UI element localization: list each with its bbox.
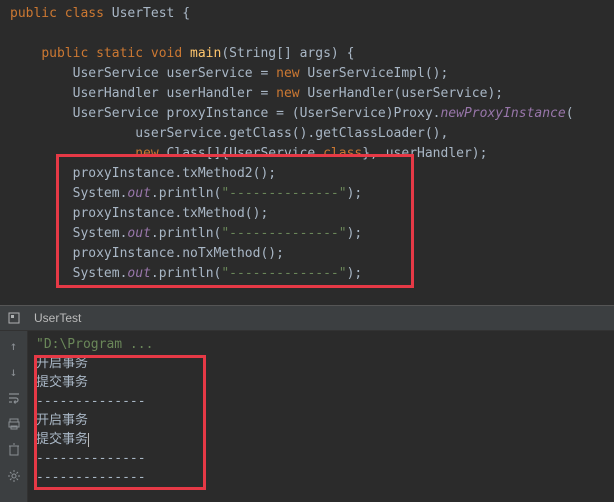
code-line: UserService proxyInstance = (UserService… [0, 104, 614, 124]
code-text: ( [566, 106, 574, 121]
code-editor[interactable]: public class UserTest { public static vo… [0, 0, 614, 305]
code-line: proxyInstance.txMethod(); [0, 204, 614, 224]
console-toolbar: ↑ ↓ [0, 331, 28, 502]
code-text: .println( [151, 266, 221, 281]
console-output[interactable]: "D:\Program ... 开启事务 提交事务 --------------… [28, 331, 614, 502]
console-line: 开启事务 [36, 354, 606, 373]
console-line: 提交事务 [36, 430, 606, 449]
code-line: public class UserTest { [0, 4, 614, 24]
wrap-text-icon[interactable] [5, 389, 23, 407]
code-line: UserHandler userHandler = new UserHandle… [0, 84, 614, 104]
text-cursor [88, 433, 89, 447]
run-tab-label[interactable]: UserTest [28, 311, 87, 325]
clear-icon[interactable] [5, 441, 23, 459]
static-method: newProxyInstance [440, 106, 565, 121]
code-text: UserHandler(userService); [300, 86, 504, 101]
code-text: ); [347, 266, 363, 281]
settings-icon[interactable] [5, 467, 23, 485]
code-text: .println( [151, 226, 221, 241]
code-text: userService.getClass().getClassLoader(), [135, 126, 448, 141]
code-text: UserServiceImpl(); [300, 66, 449, 81]
keyword: new [135, 146, 158, 161]
run-tab-icon[interactable] [4, 308, 24, 328]
console-line: -------------- [36, 468, 606, 487]
code-text: ); [347, 186, 363, 201]
keyword: public static void [41, 46, 182, 61]
string: "--------------" [221, 186, 346, 201]
code-line: UserService userService = new UserServic… [0, 64, 614, 84]
code-text: UserService proxyInstance = (UserService… [73, 106, 441, 121]
code-text: }, userHandler); [362, 146, 487, 161]
up-arrow-icon[interactable]: ↑ [5, 337, 23, 355]
print-icon[interactable] [5, 415, 23, 433]
down-arrow-icon[interactable]: ↓ [5, 363, 23, 381]
field: out [127, 266, 150, 281]
code-text: ); [347, 226, 363, 241]
code-line [0, 24, 614, 44]
field: out [127, 226, 150, 241]
code-text: System. [73, 186, 128, 201]
console-line: 提交事务 [36, 373, 606, 392]
code-line: System.out.println("--------------"); [0, 184, 614, 204]
code-line: new Class[]{UserService.class}, userHand… [0, 144, 614, 164]
console-line: -------------- [36, 449, 606, 468]
code-text: Class[]{UserService. [159, 146, 323, 161]
console-line: 开启事务 [36, 411, 606, 430]
method-name: main [182, 46, 221, 61]
code-line: proxyInstance.txMethod2(); [0, 164, 614, 184]
code-line: public static void main(String[] args) { [0, 44, 614, 64]
console-line: -------------- [36, 392, 606, 411]
code-text: (String[] args) { [221, 46, 354, 61]
code-text: proxyInstance.noTxMethod(); [73, 246, 284, 261]
console-pane: ↑ ↓ "D:\Program ... 开启事务 提交事务 ----------… [0, 331, 614, 502]
string: "--------------" [221, 226, 346, 241]
code-text: UserTest { [104, 6, 190, 21]
keyword: class [323, 146, 362, 161]
keyword: new [276, 86, 299, 101]
code-text: System. [73, 266, 128, 281]
keyword: public class [10, 6, 104, 21]
code-text: UserService userService = [73, 66, 277, 81]
run-tab-bar: UserTest [0, 305, 614, 331]
console-path: "D:\Program ... [36, 335, 606, 354]
field: out [127, 186, 150, 201]
code-text: System. [73, 226, 128, 241]
code-text: .println( [151, 186, 221, 201]
code-text: proxyInstance.txMethod(); [73, 206, 269, 221]
keyword: new [276, 66, 299, 81]
code-line: System.out.println("--------------"); [0, 224, 614, 244]
code-line: userService.getClass().getClassLoader(), [0, 124, 614, 144]
code-line: proxyInstance.noTxMethod(); [0, 244, 614, 264]
code-text: UserHandler userHandler = [73, 86, 277, 101]
code-text: proxyInstance.txMethod2(); [73, 166, 277, 181]
string: "--------------" [221, 266, 346, 281]
code-line: System.out.println("--------------"); [0, 264, 614, 284]
